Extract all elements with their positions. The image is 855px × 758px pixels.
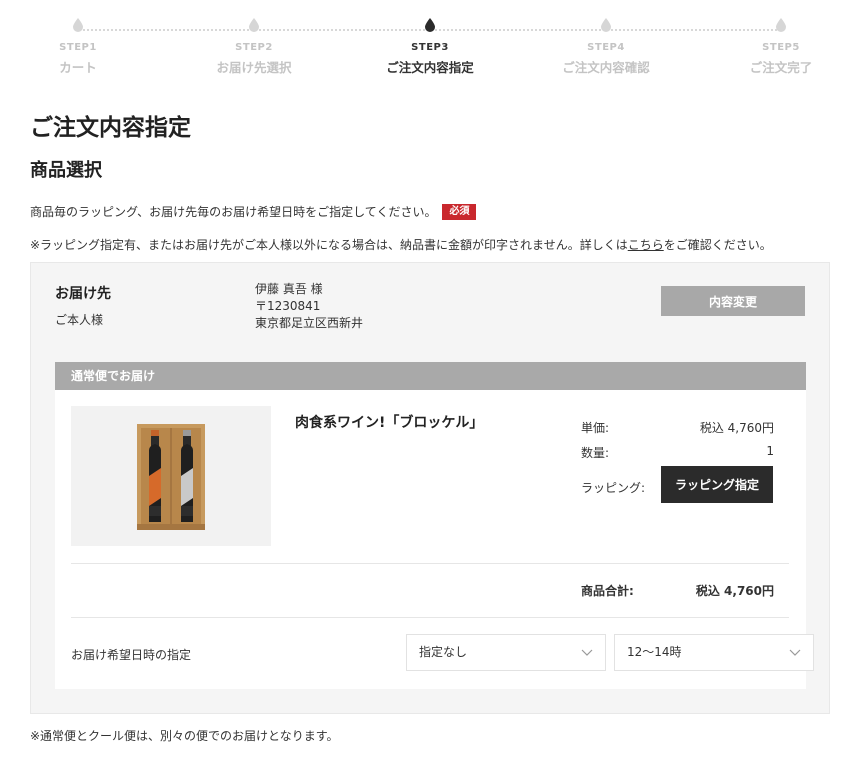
step-number: STEP3 <box>411 42 449 53</box>
step-label: ご注文完了 <box>749 60 813 75</box>
step-number: STEP2 <box>235 42 273 53</box>
address-heading: お届け先 <box>55 286 111 302</box>
address-block: 伊藤 真吾 様 〒1230841 東京都足立区西新井 <box>255 281 363 332</box>
delivery-panel: お届け先 ご本人様 伊藤 真吾 様 〒1230841 東京都足立区西新井 内容変… <box>30 262 830 714</box>
address-relation: ご本人様 <box>55 313 104 327</box>
divider <box>71 563 789 564</box>
quantity-value: 1 <box>766 444 774 458</box>
invoice-note: ※ラッピング指定有、またはお届け先がご本人様以外になる場合は、納品書に金額が印字… <box>30 236 772 253</box>
unit-price-value: 税込 4,760円 <box>699 421 774 435</box>
delivery-time-value: 12〜14時 <box>627 645 682 659</box>
step-order-confirm: STEP4 ご注文内容確認 <box>536 18 676 76</box>
instruction-label: 商品毎のラッピング、お届け先毎のお届け希望日時をご指定してください。 <box>30 205 437 219</box>
step-order-complete: STEP5 ご注文完了 <box>711 18 851 76</box>
delivery-method-header: 通常便でお届け <box>55 362 806 390</box>
step-marker-icon <box>425 18 435 32</box>
product-name: 肉食系ワイン!「ブロッケル」 <box>295 415 484 431</box>
wine-gift-box-image <box>137 424 205 530</box>
change-address-button[interactable]: 内容変更 <box>661 286 805 316</box>
step-marker-icon <box>601 18 611 32</box>
subtotal-value: 税込 4,760円 <box>695 584 774 598</box>
product-image <box>71 406 271 546</box>
delivery-date-select[interactable]: 指定なし <box>406 634 606 671</box>
instruction-text: 商品毎のラッピング、お届け先毎のお届け希望日時をご指定してください。 必須 <box>30 203 477 220</box>
shipping-footnote: ※通常便とクール便は、別々の便でのお届けとなります。 <box>30 729 339 743</box>
step-marker-icon <box>73 18 83 32</box>
quantity-label: 数量: <box>581 446 610 460</box>
step-label: カート <box>59 60 97 75</box>
step-order-details: STEP3 ご注文内容指定 <box>360 18 500 76</box>
delivery-time-select[interactable]: 12〜14時 <box>614 634 814 671</box>
recipient-name: 伊藤 真吾 様 <box>255 282 323 296</box>
section-title: 商品選択 <box>30 160 102 181</box>
street-address: 東京都足立区西新井 <box>255 316 364 330</box>
chevron-down-icon <box>789 649 801 656</box>
step-marker-icon <box>249 18 259 32</box>
step-cart: STEP1 カート <box>8 18 148 76</box>
delivery-date-value: 指定なし <box>419 645 468 659</box>
divider <box>71 617 789 618</box>
checkout-stepper: STEP1 カート STEP2 お届け先選択 STEP3 ご注文内容指定 STE… <box>0 0 855 90</box>
chevron-down-icon <box>581 649 593 656</box>
wrapping-button[interactable]: ラッピング指定 <box>661 466 773 503</box>
page-title: ご注文内容指定 <box>30 115 191 141</box>
step-number: STEP4 <box>587 42 625 53</box>
note-prefix: ※ラッピング指定有、またはお届け先がご本人様以外になる場合は、納品書に金額が印字… <box>30 238 628 252</box>
step-label: ご注文内容指定 <box>386 60 474 75</box>
wrapping-label: ラッピング: <box>581 481 646 495</box>
note-suffix: をご確認ください。 <box>663 238 772 252</box>
step-delivery-address: STEP2 お届け先選択 <box>184 18 324 76</box>
postal-code: 〒1230841 <box>255 299 321 313</box>
step-label: お届け先選択 <box>216 60 292 75</box>
step-marker-icon <box>776 18 786 32</box>
step-number: STEP1 <box>59 42 97 53</box>
step-number: STEP5 <box>762 42 800 53</box>
step-label: ご注文内容確認 <box>562 60 650 75</box>
unit-price-label: 単価: <box>581 421 610 435</box>
required-badge: 必須 <box>442 203 477 220</box>
details-link[interactable]: こちら <box>628 238 664 252</box>
delivery-date-label: お届け希望日時の指定 <box>71 648 192 662</box>
subtotal-label: 商品合計: <box>581 584 634 598</box>
delivery-body: 肉食系ワイン!「ブロッケル」 単価: 税込 4,760円 数量: 1 ラッピング… <box>55 390 814 689</box>
